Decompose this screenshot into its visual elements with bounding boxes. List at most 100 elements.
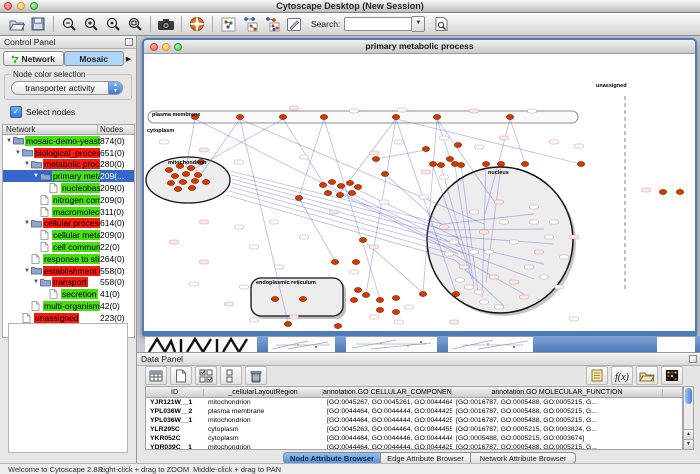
background-window-edge[interactable] [437,336,448,352]
search-dropdown-arrow[interactable]: ▼ [412,16,425,32]
background-window-sliver[interactable] [268,336,335,352]
graph-node[interactable] [202,180,209,185]
zoom-selected-icon[interactable] [102,15,124,34]
graph-node[interactable] [337,184,344,189]
graph-node[interactable] [359,238,366,243]
scroll-down-icon[interactable]: ▼ [684,439,693,449]
graph-node[interactable] [167,181,174,186]
tree-row[interactable]: response to stimul264(0) [3,253,134,265]
column-header[interactable]: annotation.GO MOLECULAR_FUNCTION [452,389,663,396]
function-builder-icon[interactable]: f(x) [611,366,633,385]
layout-edges-icon[interactable] [261,15,283,34]
graph-node[interactable] [354,288,361,293]
graph-edge[interactable] [229,191,453,254]
graph-node[interactable] [429,162,436,167]
expander-icon[interactable]: ▼ [14,150,22,156]
graph-node[interactable] [271,297,278,302]
node-color-dropdown[interactable]: transporter activity ▲▼ [11,81,123,95]
background-window-edge[interactable] [695,336,700,352]
zoom-in-icon[interactable] [80,15,102,34]
graph-node[interactable] [376,298,383,303]
select-attributes-icon[interactable] [195,366,217,385]
background-window-sliver[interactable] [448,336,533,352]
expander-icon[interactable]: ▼ [23,268,31,274]
tree-row[interactable]: ▼metabolic process280(0) [3,159,134,171]
graph-node[interactable] [279,115,286,120]
graph-node[interactable] [482,162,489,167]
table-row[interactable]: YJR121W__1mitochondrion[GO:0045267, GO:0… [146,398,682,407]
graph-node[interactable] [346,181,353,186]
graph-node[interactable] [354,185,361,190]
graph-node[interactable] [331,260,338,265]
graph-node[interactable] [284,322,291,327]
float-panel-icon[interactable] [125,38,133,46]
float-panel-icon[interactable] [689,355,697,363]
tree-row[interactable]: unassigned223(0) [3,312,134,324]
column-header[interactable]: _cellularLayoutRegion [204,389,323,396]
graph-node[interactable] [182,172,189,177]
scroll-up-icon[interactable]: ▲ [684,429,693,439]
tree-row[interactable]: ▼transport558(0) [3,277,134,289]
expander-icon[interactable]: ▼ [32,173,40,179]
graph-node[interactable] [295,196,302,201]
table-row[interactable]: YDR039C__1mitochondrion[GO:0044464, GO:0… [146,443,682,450]
expander-icon[interactable]: ▼ [23,220,31,226]
graph-node[interactable] [452,292,459,297]
background-window-edge[interactable] [335,336,346,352]
graph-edge[interactable] [385,174,443,226]
graph-node[interactable] [392,310,399,315]
tab-mosaic[interactable]: Mosaic [64,51,125,66]
graph-node[interactable] [174,187,181,192]
attribute-table-icon[interactable] [145,366,167,385]
graph-node[interactable] [179,180,186,185]
tree-row[interactable]: ▼biological_process651(0) [3,147,134,159]
tree-row[interactable]: ▼establishment of lo558(0) [3,265,134,277]
background-window-edge[interactable] [533,336,657,352]
matrix-icon[interactable] [661,366,683,385]
graph-node[interactable] [236,115,243,120]
resize-grip[interactable] [657,336,695,352]
tree-row[interactable]: ▼cellular process614(0) [3,218,134,230]
tree-row[interactable]: secretion41(0) [3,288,134,300]
expander-icon[interactable]: ▼ [23,161,31,167]
graph-node[interactable] [457,163,464,168]
graph-node[interactable] [454,143,461,148]
tree-row[interactable]: nucleobase-c209(0) [3,182,134,194]
tree-row[interactable]: multi-organism pro42(0) [3,300,134,312]
tab-overflow-arrow[interactable]: ▶ [124,51,133,66]
graph-node[interactable] [506,115,513,120]
help-lifesaver-icon[interactable] [186,15,208,34]
graph-node[interactable] [433,115,440,120]
table-row[interactable]: YLR295Ccytoplasm[GO:0045263, GO:0044464,… [146,425,682,434]
network-window-titlebar[interactable]: primary metabolic process [144,40,695,54]
graph-node[interactable] [187,166,194,171]
graph-edge[interactable] [195,119,464,254]
save-session-icon[interactable] [27,15,49,34]
graph-node[interactable] [446,157,453,162]
graph-node[interactable] [328,180,335,185]
scrollbar-thumb[interactable] [685,388,692,404]
table-row[interactable]: YPL036W__2plasma membrane[GO:0044464, GO… [146,407,682,416]
tree-row[interactable]: cellular metabo209(0) [3,229,134,241]
tree-header-nodes[interactable]: Nodes [98,125,134,134]
graph-node[interactable] [577,162,584,167]
import-attributes-icon[interactable] [636,366,658,385]
advanced-search-icon[interactable] [430,15,452,34]
tree-row[interactable]: nitrogen compo209(0) [3,194,134,206]
tree-row[interactable]: macromolecule311(0) [3,206,134,218]
snapshot-icon[interactable] [155,15,177,34]
tree-header-network[interactable]: Network [3,125,98,134]
annotation-icon[interactable] [283,15,305,34]
expander-icon[interactable]: ▼ [32,279,40,285]
graph-node[interactable] [334,324,341,329]
zoom-fit-icon[interactable] [124,15,146,34]
graph-node[interactable] [381,172,388,177]
unselect-attributes-icon[interactable] [220,366,242,385]
search-input[interactable] [344,17,412,31]
network-overview-icon[interactable] [217,15,239,34]
graph-node[interactable] [194,173,201,178]
graph-node[interactable] [392,296,399,301]
graph-node[interactable] [188,186,195,191]
tree-row[interactable]: ▼primary metabo209(... [3,170,134,182]
graph-edge[interactable] [510,119,525,163]
